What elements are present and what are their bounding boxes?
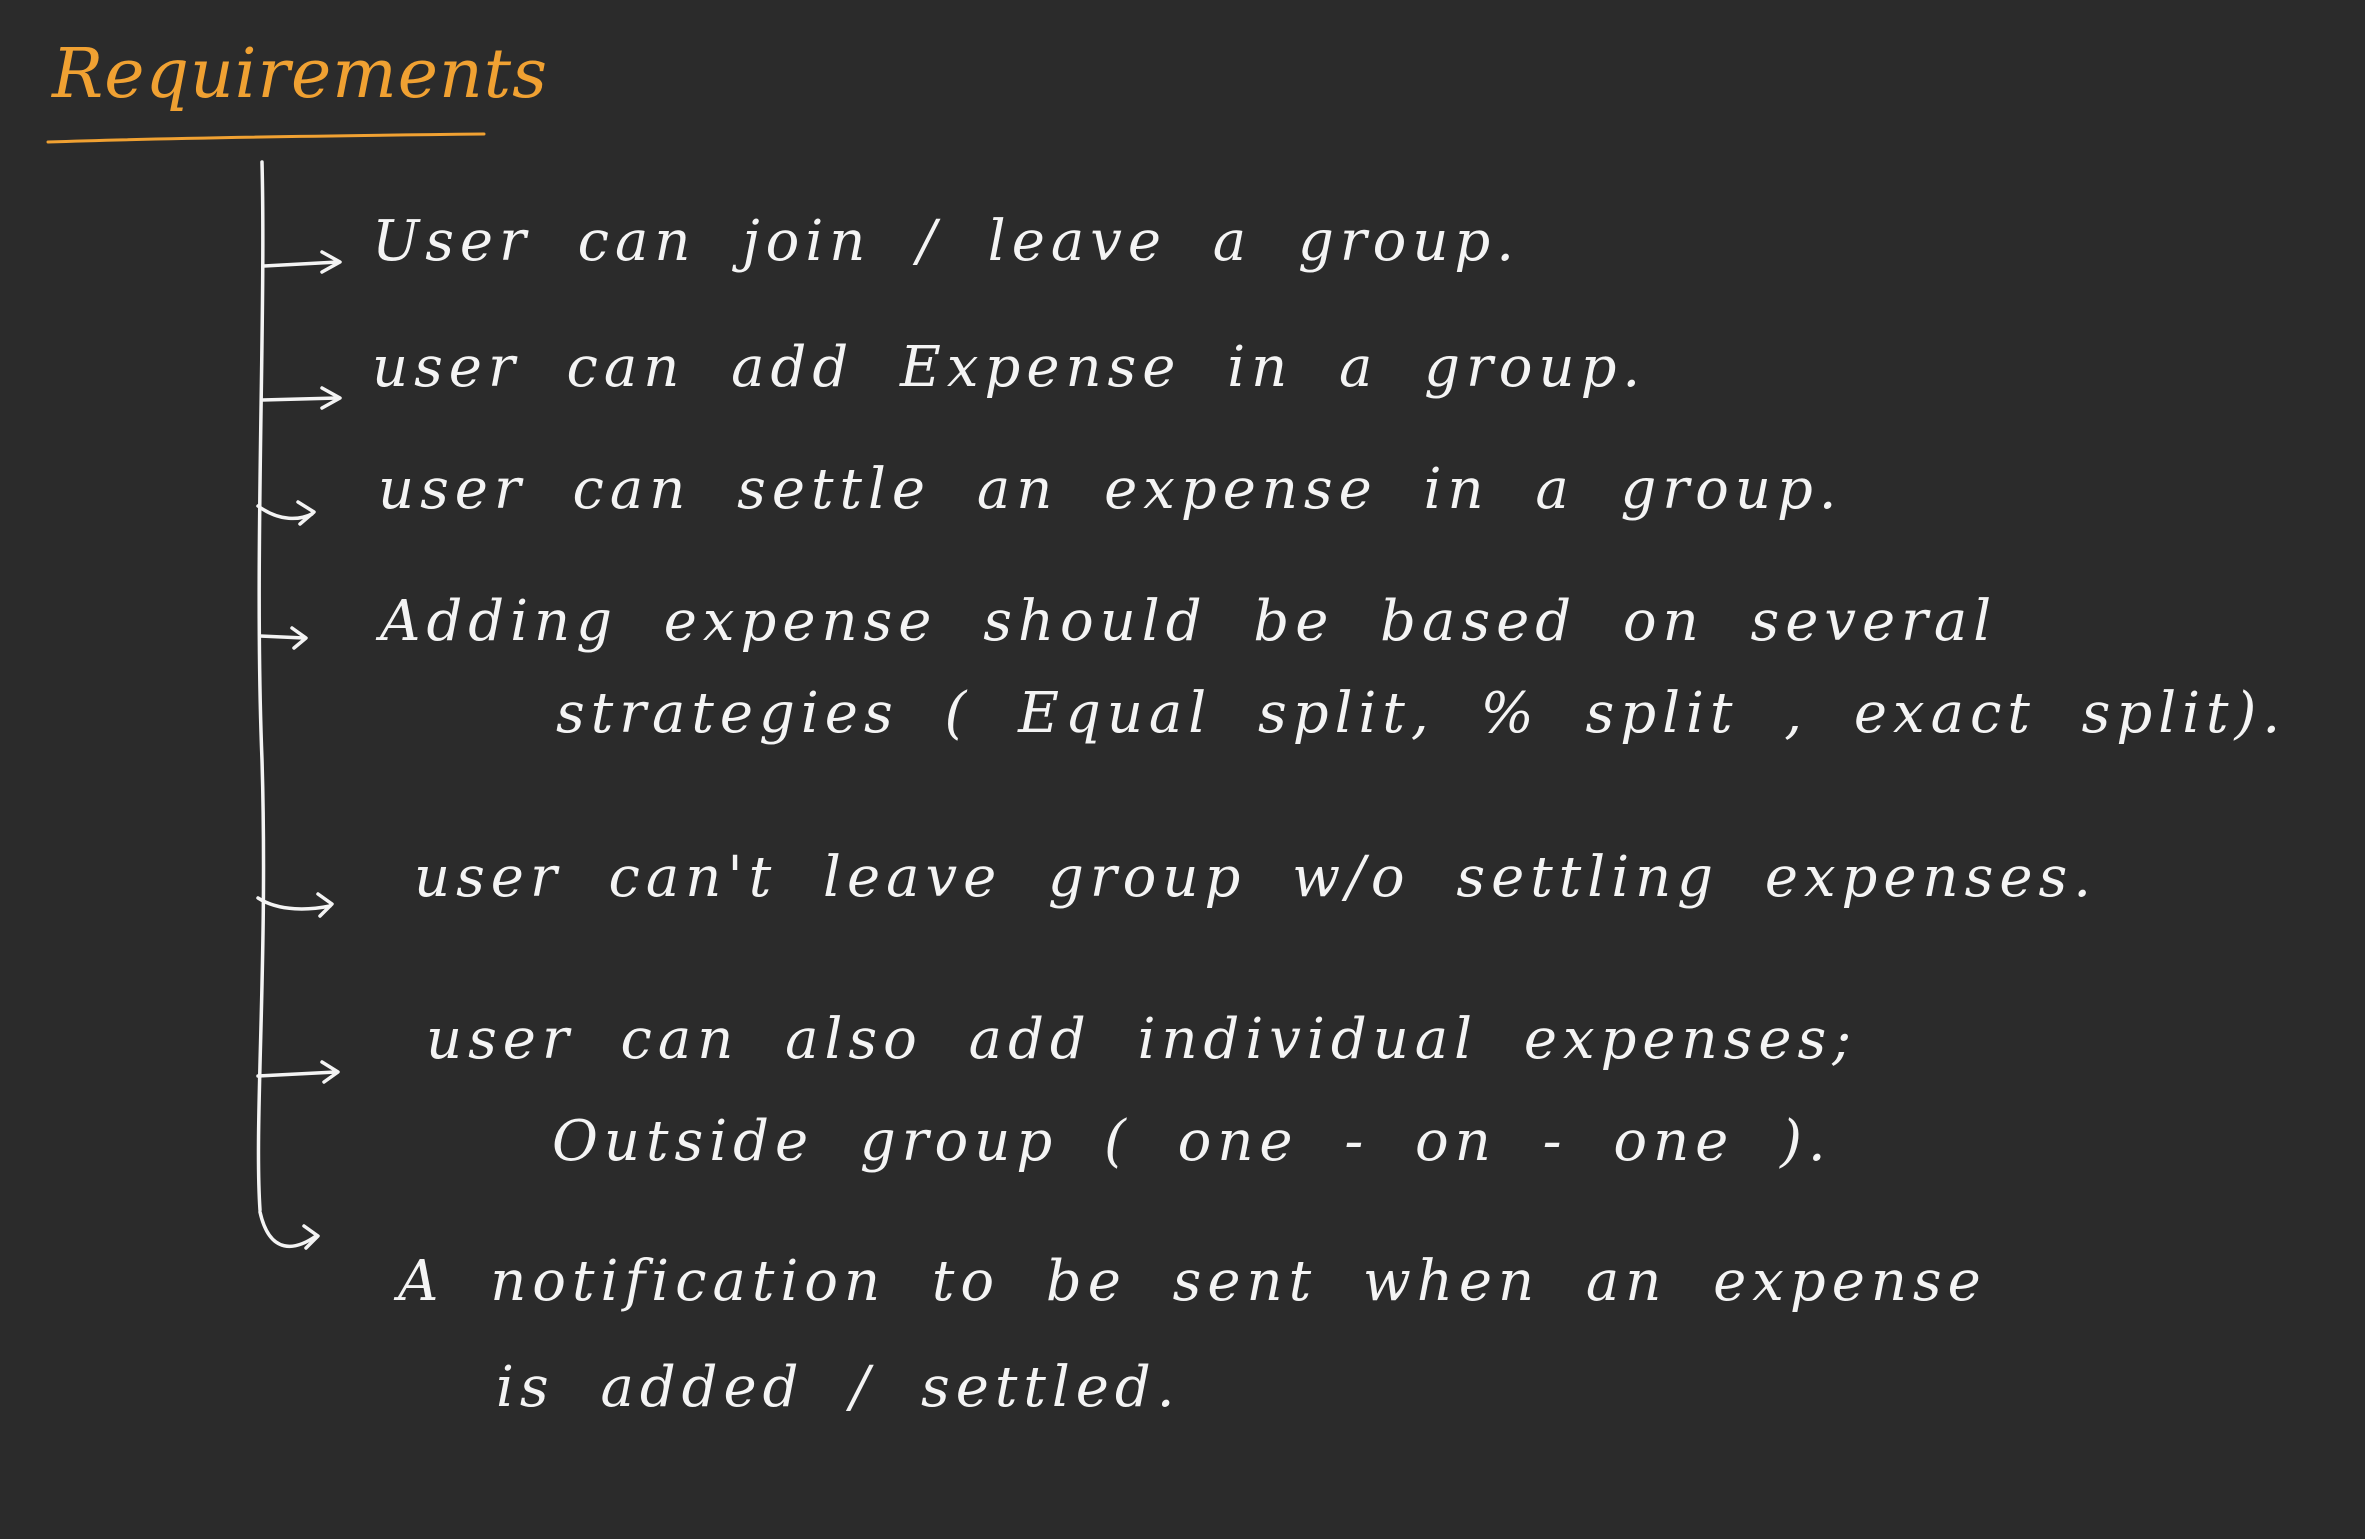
requirement-4-line-1: Adding expense should be based on severa… bbox=[380, 589, 1998, 654]
requirement-6-line-2: Outside group ( one - on - one ). bbox=[552, 1109, 1832, 1174]
requirement-2: user can add Expense in a group. bbox=[372, 335, 1647, 400]
requirement-6-line-1: user can also add individual expenses; bbox=[426, 1007, 1858, 1072]
page-title: Requirements bbox=[52, 35, 549, 114]
requirement-1: User can join / leave a group. bbox=[372, 209, 1521, 274]
requirement-3: user can settle an expense in a group. bbox=[378, 457, 1843, 522]
requirement-7-line-2: is added / settled. bbox=[496, 1355, 1181, 1420]
requirement-4-line-2: strategies ( Equal split, % split , exac… bbox=[556, 681, 2287, 746]
title-underline bbox=[46, 132, 486, 144]
requirement-7-line-1: A notification to be sent when an expens… bbox=[398, 1249, 1987, 1314]
whiteboard-canvas: Requirements User can join / leave a gro… bbox=[0, 0, 2365, 1539]
requirement-5: user can't leave group w/o settling expe… bbox=[414, 845, 2098, 910]
